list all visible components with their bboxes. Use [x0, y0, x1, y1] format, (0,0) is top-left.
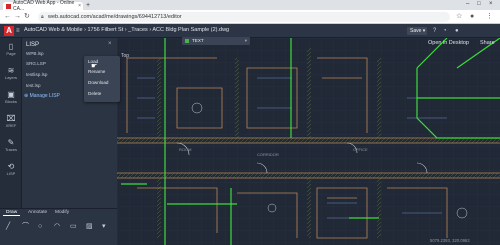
polyline-icon[interactable]: ⌒: [22, 223, 29, 231]
rail-label: LISP: [6, 171, 16, 176]
drawing-canvas[interactable]: CORRIDOR ROOM OFFICE Top 5079.2393, 320.…: [117, 38, 500, 245]
maximize-icon[interactable]: □: [477, 1, 481, 7]
left-rail: ▯ Page ≋ Layers ▣ Blocks ⌧ XREF ✎ Traces…: [0, 38, 22, 208]
lisp-file-item[interactable]: WPB.lsp: [26, 51, 44, 56]
notification-icon[interactable]: ◔: [443, 27, 447, 35]
rail-item-layers[interactable]: ≋ Layers: [0, 66, 22, 80]
circle-icon[interactable]: ○: [38, 223, 42, 231]
autocad-logo[interactable]: A: [4, 26, 14, 36]
room-label: OFFICE: [353, 147, 368, 152]
hamburger-icon[interactable]: ≡: [16, 27, 20, 35]
chevron-down-icon: ▾: [244, 38, 247, 43]
tab-draw[interactable]: Draw: [3, 210, 21, 216]
rail-label: Page: [6, 51, 16, 56]
autocad-favicon-icon: [6, 3, 11, 9]
rail-item-traces[interactable]: ✎ Traces: [0, 138, 22, 152]
draw-toolbar: Draw Annotate Modify ╱ ⌒ ○ ◠ ▭ ▨ ▾: [0, 208, 118, 245]
view-label[interactable]: Top: [121, 53, 129, 59]
breadcrumb[interactable]: AutoCAD Web & Mobile › 1756 Filbert St ›…: [24, 27, 229, 33]
new-tab-button[interactable]: +: [86, 2, 90, 9]
layer-name: TEXT: [192, 38, 204, 43]
menu-item-delete[interactable]: Delete: [88, 91, 101, 96]
layers-icon: ≋: [7, 66, 15, 75]
reload-icon[interactable]: ↻: [24, 12, 30, 21]
lisp-file-item[interactable]: testlisp.lsp: [26, 72, 47, 77]
rectangle-icon[interactable]: ▭: [70, 223, 77, 231]
minimize-icon[interactable]: –: [466, 1, 469, 7]
xref-icon: ⌧: [6, 114, 16, 123]
profile-icon[interactable]: ●: [470, 12, 474, 21]
tab-modify[interactable]: Modify: [52, 210, 72, 215]
hatch-icon[interactable]: ▨: [86, 223, 93, 231]
browser-tab-strip: AutoCAD Web App - Online CA... × + – □ ×: [0, 0, 500, 12]
mouse-pointer-icon: ☛: [91, 63, 98, 70]
manage-lisp-link[interactable]: ⊕ Manage LISP: [24, 93, 60, 99]
room-label: CORRIDOR: [257, 152, 279, 157]
room-label: ROOM: [179, 147, 191, 152]
save-label: Save: [410, 28, 422, 34]
cursor-coordinates: 5079.2393, 320.0963: [430, 238, 470, 243]
address-bar-row: ← → ↻ 🔒︎ web.autocad.com/acad/me/drawing…: [0, 10, 500, 24]
more-tools-icon[interactable]: ▾: [102, 223, 106, 231]
lisp-file-item[interactable]: SRG.LSP: [26, 61, 46, 66]
back-icon[interactable]: ←: [4, 12, 11, 21]
share-button[interactable]: Share: [480, 40, 495, 46]
rail-label: Layers: [4, 75, 17, 80]
rail-item-xref[interactable]: ⌧ XREF: [0, 114, 22, 128]
url-input[interactable]: 🔒︎ web.autocad.com/acad/me/drawings/6944…: [38, 12, 450, 22]
menu-item-download[interactable]: Download: [88, 80, 108, 85]
close-panel-icon[interactable]: ×: [108, 41, 112, 47]
rail-label: XREF: [5, 123, 17, 128]
url-text: web.autocad.com/acad/me/drawings/6944127…: [48, 14, 182, 20]
line-icon[interactable]: ╱: [6, 223, 10, 231]
star-icon[interactable]: ☆: [456, 12, 462, 21]
floor-plan-drawing: CORRIDOR ROOM OFFICE: [117, 38, 500, 245]
lisp-panel: LISP × WPB.lsp SRG.LSP testlisp.lsp test…: [22, 38, 120, 208]
lisp-context-menu: Load Rename Download Delete: [84, 56, 120, 102]
user-avatar-icon[interactable]: ●: [455, 27, 459, 35]
page-icon: ▯: [8, 42, 14, 51]
autocad-web-window: AutoCAD Web App - Online CA... × + – □ ×…: [0, 0, 500, 245]
close-window-icon[interactable]: ×: [489, 1, 493, 7]
help-icon[interactable]: ?: [433, 27, 436, 35]
blocks-icon: ▣: [7, 90, 15, 99]
rail-item-lisp[interactable]: ⟲ LISP: [0, 162, 22, 176]
menu-kebab-icon[interactable]: ⋮: [486, 12, 493, 21]
save-button[interactable]: Save ▾: [407, 27, 427, 35]
layer-dropdown[interactable]: TEXT ▾: [182, 37, 250, 45]
open-in-desktop-button[interactable]: Open in Desktop: [428, 40, 469, 46]
rail-label: Traces: [4, 147, 18, 152]
rail-item-page[interactable]: ▯ Page: [0, 42, 22, 56]
app-header: A ≡ AutoCAD Web & Mobile › 1756 Filbert …: [0, 24, 500, 38]
tab-annotate[interactable]: Annotate: [25, 210, 50, 215]
rail-item-blocks[interactable]: ▣ Blocks: [0, 90, 22, 104]
layer-color-swatch: [185, 39, 189, 43]
lock-icon: 🔒︎: [41, 14, 44, 20]
rail-label: Blocks: [5, 99, 17, 104]
arc-icon[interactable]: ◠: [54, 223, 60, 231]
close-tab-icon[interactable]: ×: [78, 3, 81, 9]
traces-icon: ✎: [7, 138, 15, 147]
lisp-icon: ⟲: [7, 162, 15, 171]
forward-icon[interactable]: →: [14, 12, 21, 21]
lisp-file-item[interactable]: test.lsp: [26, 83, 41, 88]
browser-tab[interactable]: AutoCAD Web App - Online CA... ×: [3, 0, 83, 12]
panel-title: LISP: [26, 42, 40, 48]
